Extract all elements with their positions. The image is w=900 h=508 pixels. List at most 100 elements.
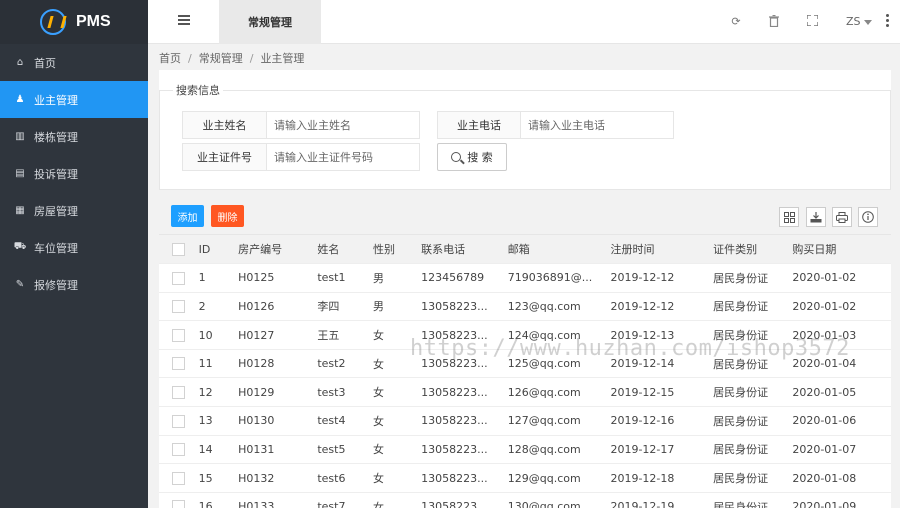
row-checkbox[interactable]: [172, 300, 185, 314]
trash-icon[interactable]: [768, 14, 780, 29]
breadcrumb-home[interactable]: 首页: [159, 52, 181, 65]
row-checkbox-cell[interactable]: [159, 463, 199, 493]
table-cell: 124@qq.com: [507, 320, 611, 350]
table-cell: 16: [198, 492, 239, 508]
breadcrumb-general[interactable]: 常规管理: [199, 52, 243, 65]
fullscreen-icon[interactable]: [805, 14, 819, 29]
house-icon: ▦: [15, 205, 25, 216]
table-row[interactable]: 15 H0132 test6 女 13058223... 129@qq.com 2019-1…: [159, 463, 891, 493]
row-checkbox[interactable]: [172, 500, 185, 508]
table-row[interactable]: 13 H0130 test4 女 13058223... 127@qq.com 2019-1…: [159, 406, 891, 436]
row-checkbox[interactable]: [172, 471, 185, 485]
owner-name-label: 业主姓名: [183, 112, 267, 138]
row-checkbox-cell[interactable]: [159, 406, 199, 436]
columns-icon[interactable]: [779, 207, 799, 227]
delete-button[interactable]: 删除: [211, 205, 244, 227]
column-header[interactable]: 邮箱: [507, 235, 611, 265]
print-icon[interactable]: [832, 207, 852, 227]
table-row[interactable]: 2 H0126 李四男 13058223... 123@qq.com 2019-12-12…: [159, 292, 891, 322]
sidebar-item-4[interactable]: ▦ 房屋管理: [0, 192, 148, 229]
user-menu[interactable]: ZS: [846, 15, 872, 28]
column-header[interactable]: ID: [198, 235, 239, 265]
table-cell: 2019-12-18: [610, 463, 714, 493]
owner-name-input[interactable]: [267, 112, 419, 138]
table-row[interactable]: 14 H0131 test5 女 13058223... 128@qq.com 2019-1…: [159, 435, 891, 465]
table-cell: H0127: [238, 320, 318, 350]
table-cell: test6: [317, 463, 373, 493]
sidebar-item-label: 车位管理: [34, 241, 78, 255]
table-row[interactable]: 1 H0125 test1 男 123456789 719036891@... 2019-1…: [159, 263, 891, 293]
table-row[interactable]: 10 H0127 王五女 13058223... 124@qq.com 2019-12-1…: [159, 320, 891, 350]
column-header[interactable]: 性别: [372, 235, 422, 265]
column-header[interactable]: 房产编号: [238, 235, 318, 265]
table-cell: 13058223...: [421, 492, 508, 508]
table-cell: 15: [198, 463, 239, 493]
table-cell: 123@qq.com: [507, 292, 611, 322]
column-header[interactable]: 证件类别: [713, 235, 793, 265]
table-cell: 2020-01-06: [792, 406, 891, 436]
tab-general-management[interactable]: 常规管理: [219, 0, 321, 44]
sidebar-item-label: 业主管理: [34, 93, 78, 107]
table-cell: test7: [317, 492, 373, 508]
table-row[interactable]: 11 H0128 test2 女 13058223... 125@qq.com 2019-1…: [159, 349, 891, 379]
row-checkbox[interactable]: [172, 328, 185, 342]
row-checkbox-cell[interactable]: [159, 435, 199, 465]
search-button[interactable]: 搜 索: [437, 143, 507, 171]
breadcrumb: 首页 / 常规管理 / 业主管理: [159, 52, 305, 65]
table-cell: 居民身份证: [713, 292, 793, 322]
breadcrumb-current: 业主管理: [260, 52, 305, 65]
column-header[interactable]: 购买日期: [792, 235, 891, 265]
table-cell: 2019-12-13: [610, 320, 714, 350]
table-row[interactable]: 12 H0129 test3 女 13058223... 126@qq.com 2019-1…: [159, 377, 891, 408]
sidebar-item-5[interactable]: ⛟ 车位管理: [0, 229, 148, 266]
row-checkbox-cell[interactable]: [159, 377, 199, 408]
more-vertical-icon[interactable]: [886, 14, 890, 29]
owner-phone-input[interactable]: [521, 112, 673, 138]
select-all-checkbox[interactable]: [159, 235, 199, 265]
row-checkbox[interactable]: [172, 357, 185, 371]
export-icon[interactable]: [806, 207, 826, 227]
table-cell: H0125: [238, 263, 318, 293]
column-header[interactable]: 姓名: [317, 235, 373, 265]
refresh-icon[interactable]: ⟳: [730, 15, 742, 29]
sidebar-item-2[interactable]: ▥ 楼栋管理: [0, 118, 148, 155]
table-cell: 129@qq.com: [507, 463, 611, 493]
row-checkbox-cell[interactable]: [159, 263, 199, 293]
owner-id-input[interactable]: [267, 144, 419, 170]
search-legend: 搜索信息: [173, 82, 223, 98]
menu-toggle-icon[interactable]: [178, 15, 190, 27]
sidebar-item-label: 投诉管理: [34, 167, 78, 181]
table-cell: 130@qq.com: [507, 492, 611, 508]
sidebar-item-0[interactable]: ⌂ 首页: [0, 44, 148, 81]
table-body: 1 H0125 test1 男 123456789 719036891@... 2019-1…: [159, 263, 891, 508]
row-checkbox[interactable]: [172, 271, 185, 285]
table-cell: 11: [198, 349, 239, 379]
row-checkbox-cell[interactable]: [159, 349, 199, 379]
table-cell: 14: [198, 435, 239, 465]
sidebar-item-3[interactable]: ▤ 投诉管理: [0, 155, 148, 192]
search-panel: 业主姓名 业主电话 业主证件号 搜 索 搜索信息: [159, 70, 891, 190]
brand[interactable]: PMS: [0, 0, 148, 44]
table-cell: 13058223...: [421, 435, 508, 465]
row-checkbox[interactable]: [172, 443, 185, 457]
row-checkbox[interactable]: [172, 414, 185, 428]
table-cell: 2: [198, 292, 239, 322]
table-cell: 居民身份证: [713, 492, 793, 508]
row-checkbox-cell[interactable]: [159, 492, 199, 508]
column-header[interactable]: 注册时间: [610, 235, 714, 265]
checkbox[interactable]: [172, 242, 185, 256]
row-checkbox-cell[interactable]: [159, 292, 199, 322]
row-checkbox-cell[interactable]: [159, 320, 199, 350]
sidebar-item-label: 报修管理: [34, 278, 78, 292]
info-icon[interactable]: [858, 207, 878, 227]
table-cell: 女: [372, 349, 422, 379]
row-checkbox[interactable]: [172, 386, 185, 400]
sidebar-item-1[interactable]: ♟ 业主管理: [0, 81, 148, 118]
owner-phone-field: 业主电话: [437, 111, 674, 139]
add-button[interactable]: 添加: [171, 205, 204, 227]
table-row[interactable]: 16 H0133 test7 女 13058223... 130@qq.com 2019-1…: [159, 492, 891, 508]
search-fieldset: 业主姓名 业主电话 业主证件号 搜 索: [159, 90, 891, 190]
table-cell: 男: [372, 292, 422, 322]
sidebar-item-6[interactable]: ✎ 报修管理: [0, 266, 148, 303]
column-header[interactable]: 联系电话: [421, 235, 508, 265]
